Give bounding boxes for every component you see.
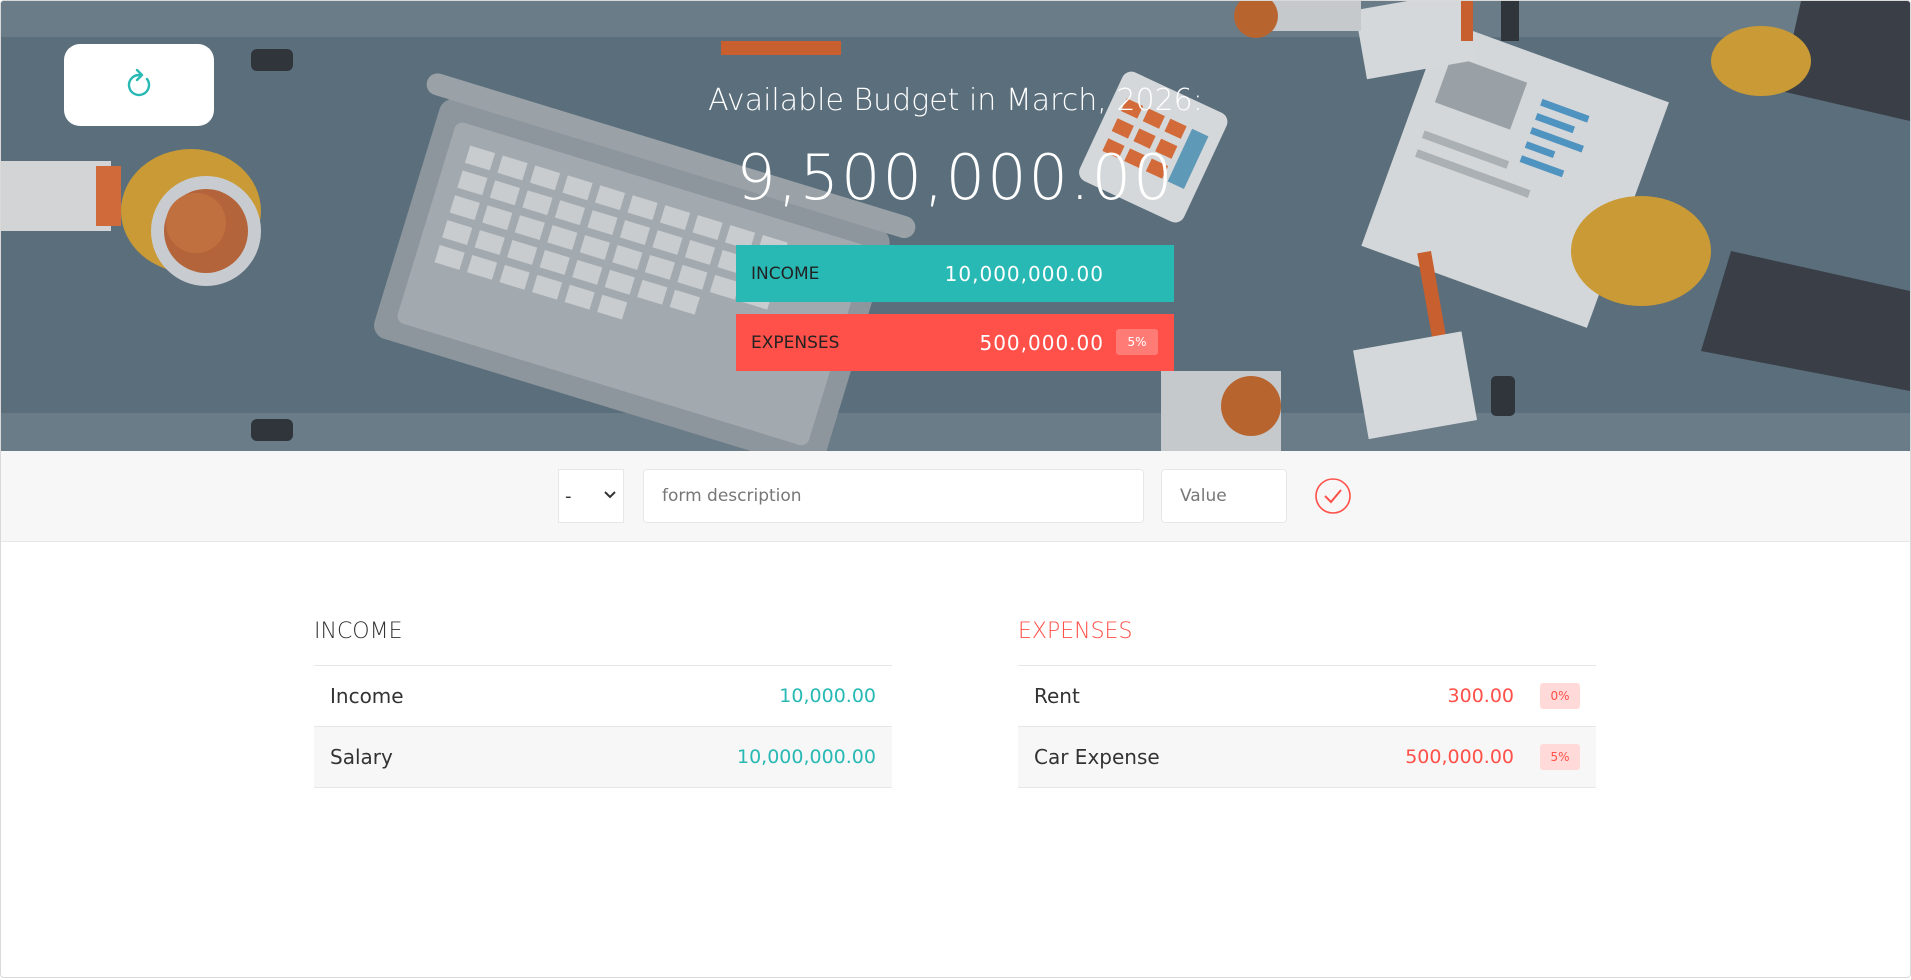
desk-illustration-background (1, 1, 1910, 451)
income-summary-value: 10,000,000.00 (944, 261, 1104, 286)
income-item-value: 10,000,000.00 (736, 746, 876, 768)
expenses-list-title: EXPENSES (1018, 619, 1596, 666)
income-list-title: INCOME (314, 619, 892, 666)
type-select-value: - (565, 485, 572, 507)
type-select[interactable]: - (558, 469, 624, 523)
expenses-list: EXPENSES Rent 300.00 0% Car Expense 500,… (1018, 619, 1596, 788)
expense-percentage-badge: 0% (1540, 683, 1580, 709)
budget-value: 9,500,000.00 (736, 141, 1175, 214)
value-input[interactable] (1161, 469, 1287, 523)
income-item-description: Income (330, 684, 404, 708)
add-entry-button[interactable] (1314, 477, 1352, 515)
income-summary-label: INCOME (751, 263, 820, 284)
income-item-description: Salary (330, 745, 393, 769)
budget-title: Available Budget in March, 2026: (708, 83, 1203, 118)
add-entry-form: - (1, 451, 1910, 542)
budget-app: Available Budget in March, 2026: 9,500,0… (0, 0, 1911, 978)
income-list: INCOME Income 10,000.00 Salary 10,000,00… (314, 619, 892, 788)
entries-section: INCOME Income 10,000.00 Salary 10,000,00… (1, 542, 1910, 977)
checkmark-icon (1324, 489, 1342, 504)
income-item-value: 10,000.00 (779, 685, 876, 707)
expense-item-description: Rent (1034, 684, 1080, 708)
budget-header: Available Budget in March, 2026: 9,500,0… (1, 1, 1910, 451)
expense-item-description: Car Expense (1034, 745, 1160, 769)
expense-item[interactable]: Car Expense 500,000.00 5% (1018, 727, 1596, 788)
expense-percentage-badge: 5% (1540, 744, 1580, 770)
description-input[interactable] (643, 469, 1144, 523)
income-item[interactable]: Salary 10,000,000.00 (314, 727, 892, 788)
expense-item-value: 300.00 (1447, 685, 1514, 707)
expense-item[interactable]: Rent 300.00 0% (1018, 666, 1596, 727)
chevron-down-icon (604, 491, 616, 499)
expenses-percentage-badge: 5% (1116, 329, 1158, 355)
expenses-summary-label: EXPENSES (751, 332, 840, 353)
expenses-summary: EXPENSES 500,000.00 5% (736, 314, 1174, 371)
income-summary: INCOME 10,000,000.00 (736, 245, 1174, 302)
expenses-summary-value: 500,000.00 (979, 330, 1104, 355)
expense-item-value: 500,000.00 (1405, 746, 1514, 768)
income-item[interactable]: Income 10,000.00 (314, 666, 892, 727)
